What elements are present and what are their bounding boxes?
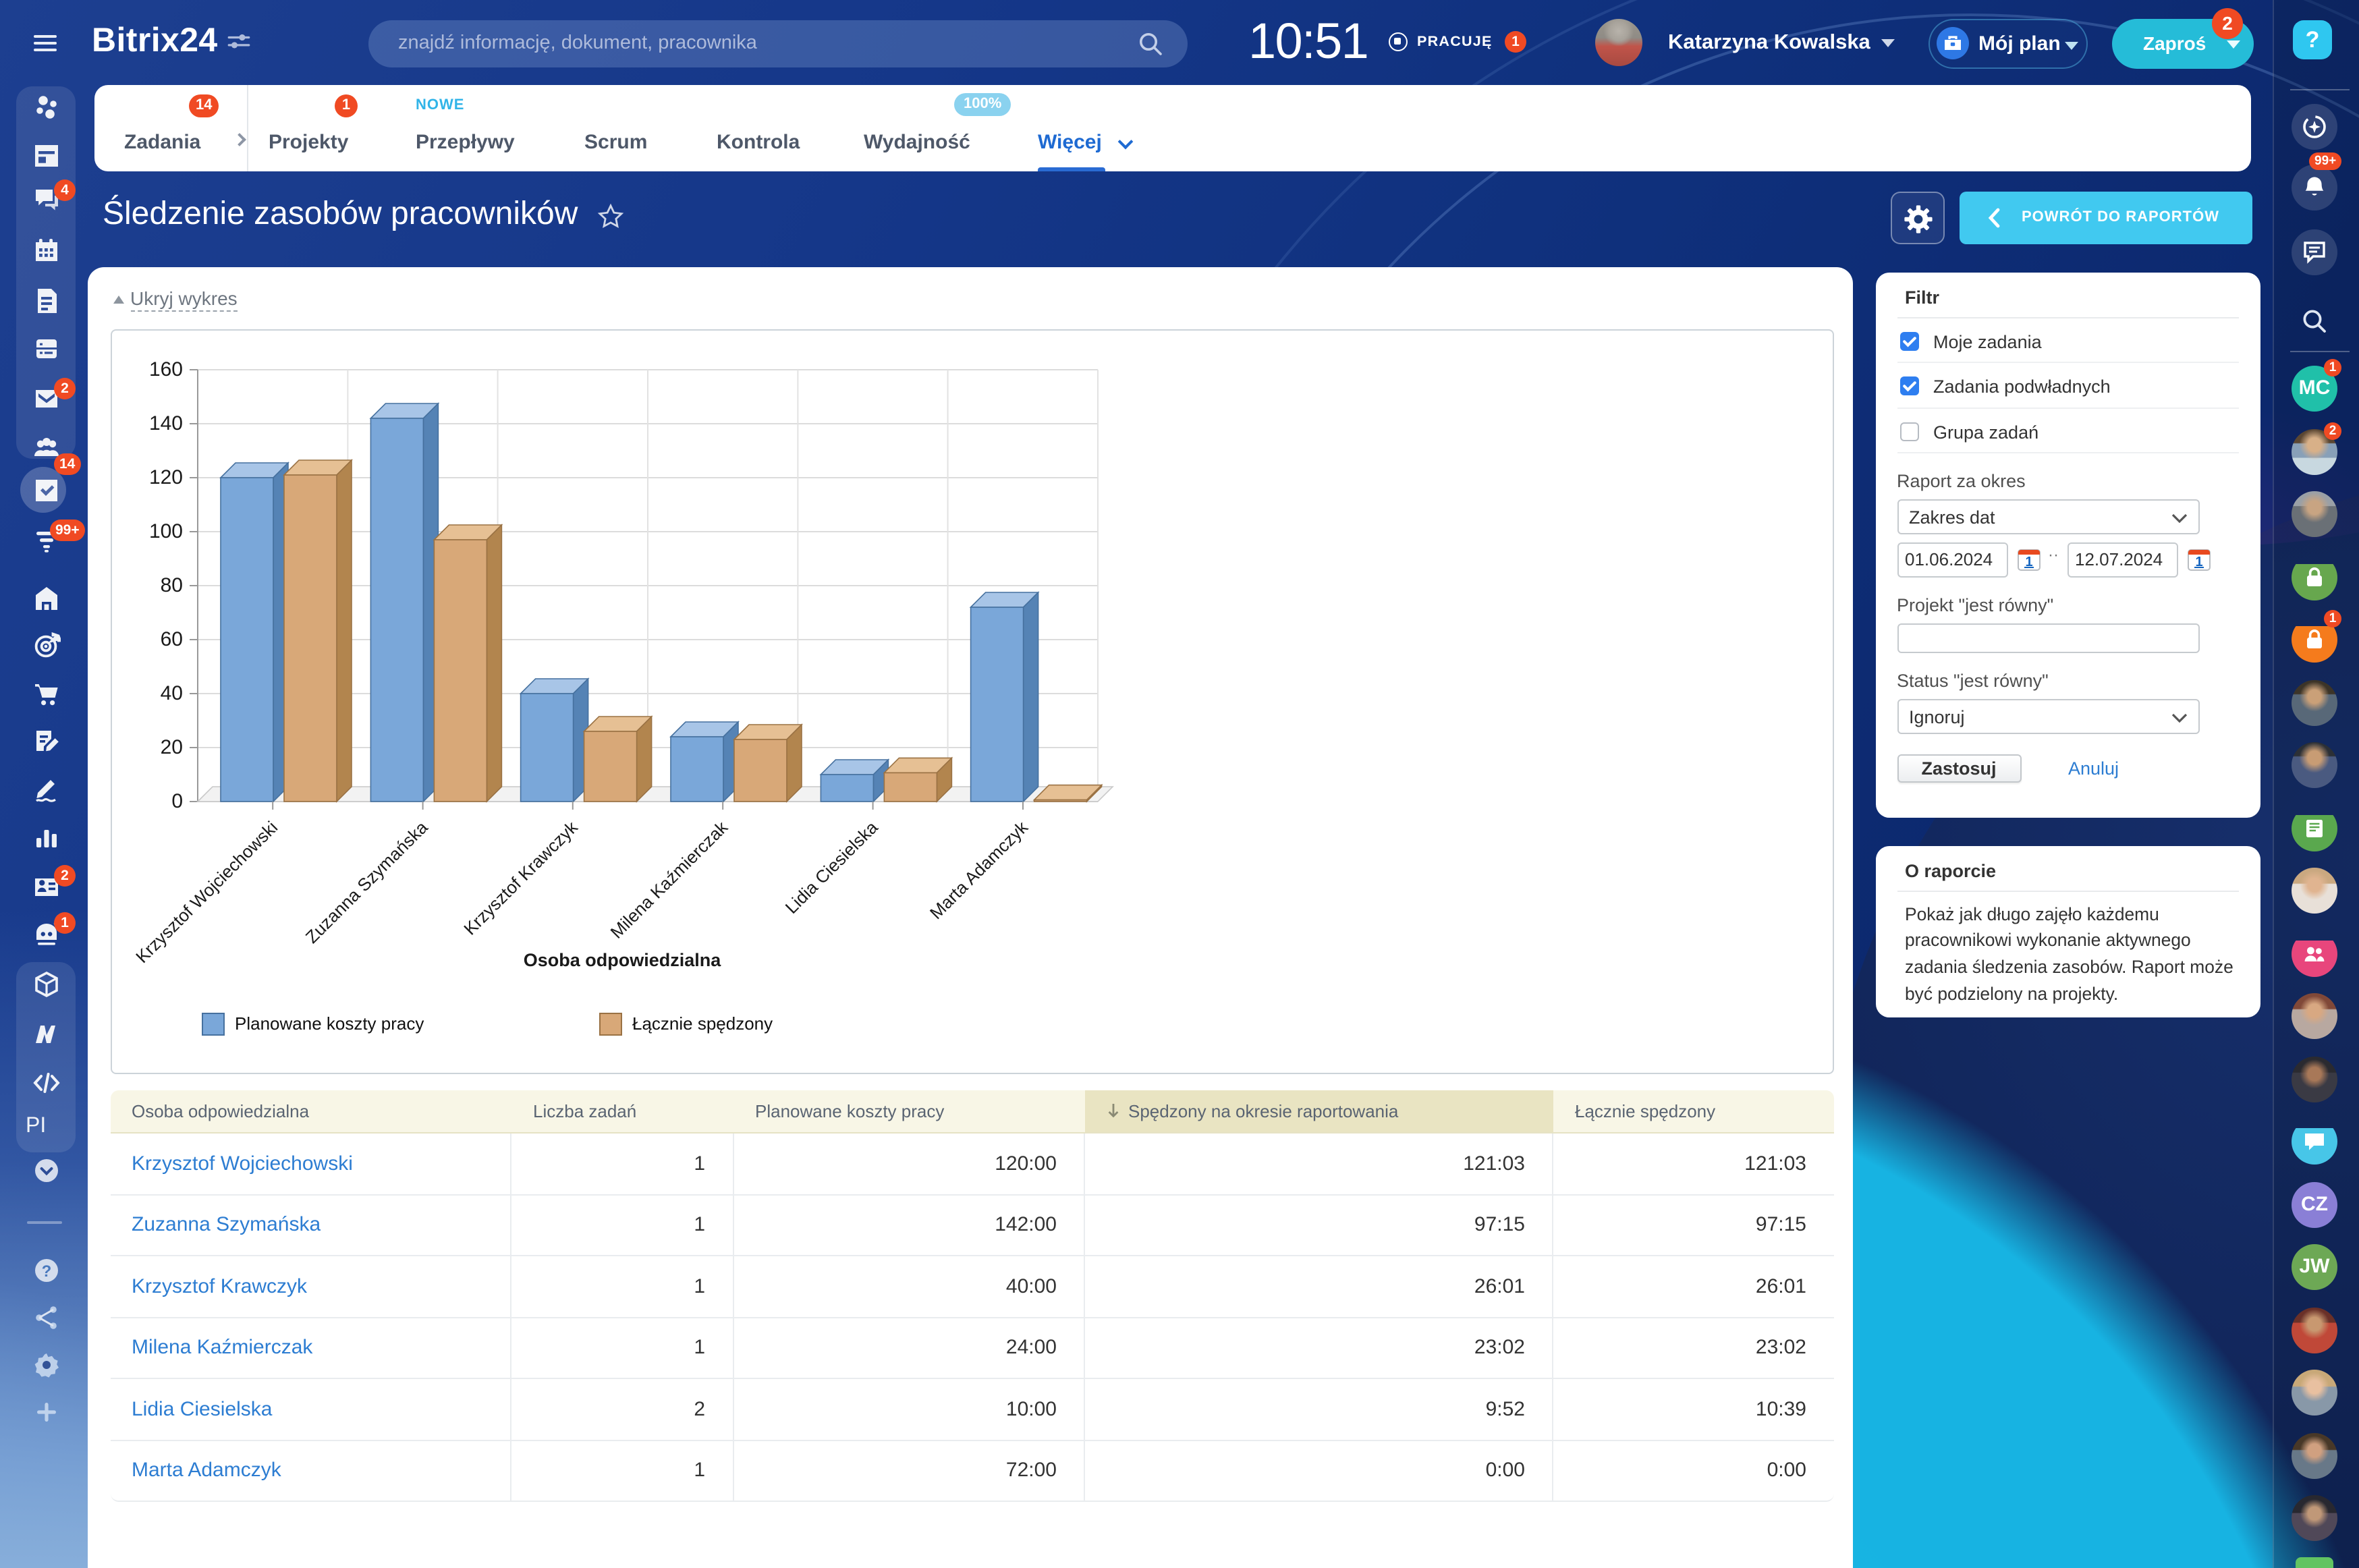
svg-text:140: 140 — [148, 412, 182, 435]
svg-text:60: 60 — [160, 628, 182, 650]
svg-text:?: ? — [41, 1262, 51, 1280]
svg-text:120: 120 — [148, 466, 182, 488]
svg-text:20: 20 — [160, 736, 182, 758]
svg-text:80: 80 — [160, 574, 182, 596]
svg-text:Milena Kaźmierczak: Milena Kaźmierczak — [606, 816, 731, 942]
svg-text:Lidia Ciesielska: Lidia Ciesielska — [781, 817, 881, 918]
svg-text:40: 40 — [160, 682, 182, 704]
svg-text:160: 160 — [148, 358, 182, 381]
svg-text:Zuzanna Szymańska: Zuzanna Szymańska — [301, 817, 431, 947]
svg-text:Planowane koszty pracy: Planowane koszty pracy — [234, 1013, 423, 1034]
svg-text:0: 0 — [171, 790, 182, 812]
svg-text:100: 100 — [148, 520, 182, 542]
svg-text:Osoba odpowiedzialna: Osoba odpowiedzialna — [523, 950, 721, 970]
svg-text:Krzysztof Krawczyk: Krzysztof Krawczyk — [459, 816, 581, 939]
svg-text:Łącznie spędzony: Łącznie spędzony — [632, 1013, 772, 1034]
svg-text:Marta Adamczyk: Marta Adamczyk — [925, 816, 1032, 923]
svg-text:Krzysztof Wojciechowski: Krzysztof Wojciechowski — [131, 817, 281, 967]
